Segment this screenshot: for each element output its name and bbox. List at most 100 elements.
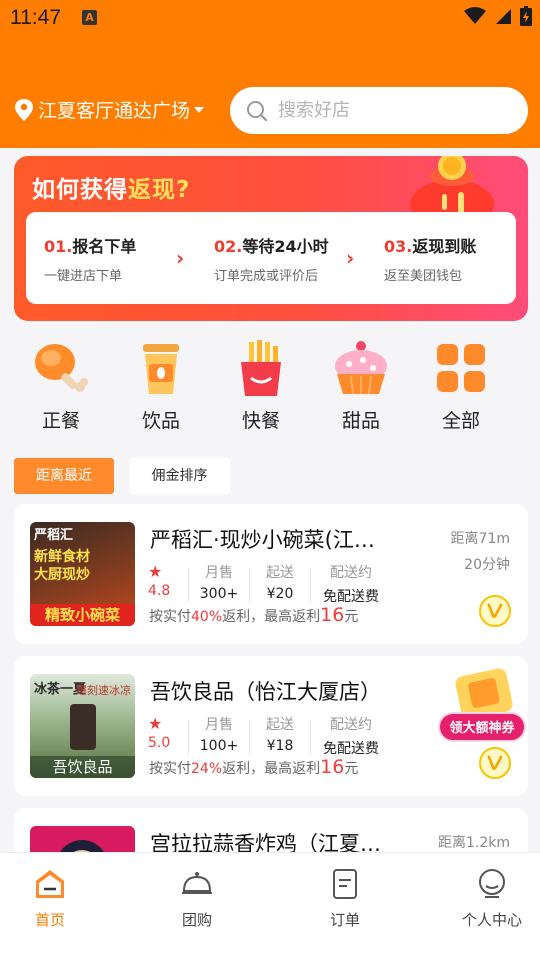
- rating-score: 5.0: [148, 735, 171, 751]
- drink-cup-icon: [143, 344, 179, 394]
- chevron-right-icon: ›: [346, 246, 355, 270]
- category-label: 饮品: [141, 410, 180, 432]
- thumb-text: 大厨现炒: [34, 567, 90, 583]
- category-drinks[interactable]: 饮品: [116, 338, 206, 433]
- category-fast-food[interactable]: 快餐: [216, 338, 306, 433]
- cashback-steps: 01.报名下单 一键进店下单 › 02.等待24小时 订单完成或评价后 › 03…: [26, 212, 516, 304]
- fries-icon: [241, 340, 281, 396]
- store-name: 严稻汇·现炒小碗菜(江…: [150, 528, 375, 552]
- monthly-sales: 月售 100+: [189, 714, 249, 758]
- category-label: 快餐: [241, 410, 280, 432]
- sort-by-commission[interactable]: 佣金排序: [129, 458, 230, 494]
- store-name: 吾饮良品（怡江大厦店）: [150, 680, 381, 704]
- stat-value: 免配送费: [323, 589, 379, 605]
- stat-label: 起送: [266, 717, 294, 733]
- status-time: 11:47: [10, 6, 61, 29]
- category-label: 全部: [441, 410, 480, 432]
- grid-icon: [437, 344, 485, 392]
- thumb-text: 精致小碗菜: [30, 604, 135, 626]
- step-3: 03.返现到账 返至美团钱包: [366, 233, 516, 284]
- rebate-unit: 元: [344, 761, 359, 777]
- profile-icon: [479, 869, 505, 898]
- notification-icon: A: [82, 10, 97, 25]
- nav-group-buy[interactable]: 团购: [147, 867, 247, 930]
- category-main-meal[interactable]: 正餐: [16, 338, 106, 433]
- rebate-unit: 元: [344, 609, 359, 625]
- star-icon: ★: [148, 562, 163, 581]
- rebate-percent: 24%: [191, 761, 223, 777]
- wifi-icon: [464, 7, 486, 24]
- delivery-fee: 配送约 免配送费: [311, 714, 391, 758]
- nav-label: 订单: [329, 911, 360, 929]
- step-desc: 返至美团钱包: [384, 268, 463, 284]
- delivery-fee: 配送约 免配送费: [311, 562, 391, 606]
- store-stats: ★ 5.0 月售 100+ 起送 ¥18 配送约 免配送费: [148, 714, 391, 758]
- step-title: 返现到账: [412, 236, 477, 256]
- store-distance: 距离71m: [450, 531, 510, 547]
- nav-profile[interactable]: 个人中心: [442, 867, 540, 930]
- thumb-text: 吾饮良品: [30, 756, 135, 778]
- category-all[interactable]: 全部: [416, 338, 506, 433]
- nav-label: 团购: [181, 911, 212, 929]
- delivery-time: 20分钟: [464, 557, 510, 573]
- category-dessert[interactable]: 甜品: [316, 338, 406, 433]
- vip-badge-icon: [479, 595, 511, 627]
- stat-value: 100+: [199, 738, 239, 754]
- rebate-info: 按实付40%返利，最高返利16元: [149, 604, 358, 626]
- chevron-right-icon: ›: [176, 246, 185, 270]
- status-icons: [464, 6, 532, 26]
- min-order: 起送 ¥20: [250, 562, 310, 606]
- stat-label: 配送约: [330, 717, 372, 733]
- stat-label: 配送约: [330, 565, 372, 581]
- search-bar[interactable]: [230, 87, 528, 134]
- rating-score: 4.8: [148, 583, 171, 599]
- status-bar: 11:47 A: [0, 0, 540, 36]
- monthly-sales: 月售 300+: [189, 562, 249, 606]
- coupon-float-button[interactable]: 领大额神券: [436, 668, 528, 746]
- search-input[interactable]: [278, 100, 508, 121]
- store-thumbnail: 冰茶一夏 爆刻速冰凉 吾饮良品: [30, 674, 135, 778]
- signal-icon: [496, 9, 511, 24]
- category-row: 正餐 饮品 快餐 甜品 全部: [0, 338, 540, 438]
- stat-value: 免配送费: [323, 741, 379, 757]
- step-title: 报名下单: [72, 236, 137, 256]
- rating: ★ 4.8: [148, 562, 188, 606]
- sort-by-distance[interactable]: 距离最近: [14, 458, 114, 494]
- stat-value: 300+: [199, 586, 239, 602]
- battery-icon: [520, 6, 532, 26]
- star-icon: ★: [148, 714, 163, 733]
- drumstick-icon: [35, 344, 88, 392]
- nav-orders[interactable]: 订单: [295, 867, 395, 930]
- nav-home[interactable]: 首页: [0, 867, 100, 930]
- cupcake-icon: [335, 341, 387, 395]
- stat-label: 月售: [205, 717, 233, 733]
- home-icon: [36, 870, 64, 898]
- banner-title: 如何获得返现?: [32, 170, 190, 204]
- banner-title-highlight: 返现?: [128, 177, 191, 203]
- store-stats: ★ 4.8 月售 300+ 起送 ¥20 配送约 免配送费: [148, 562, 391, 606]
- rebate-text: 按实付: [149, 609, 191, 625]
- thumb-text: 爆刻速冰凉: [76, 684, 131, 697]
- step-number: 02.: [214, 236, 243, 256]
- rebate-text: 按实付: [149, 761, 191, 777]
- location-selector[interactable]: 江夏客厅通达广场: [14, 96, 205, 123]
- rating: ★ 5.0: [148, 714, 188, 758]
- thumb-text: 新鲜食材: [34, 549, 90, 565]
- banner-title-prefix: 如何获得: [32, 177, 128, 203]
- top-header: 11:47 A 江夏客厅通达广场: [0, 0, 540, 148]
- group-buy-icon: [182, 872, 212, 894]
- thumb-text: 严稻汇: [34, 528, 74, 543]
- stat-value: ¥18: [266, 738, 294, 754]
- store-card[interactable]: 严稻汇 新鲜食材 大厨现炒 精致小碗菜 严稻汇·现炒小碗菜(江… 距离71m 2…: [14, 504, 528, 644]
- min-order: 起送 ¥18: [250, 714, 310, 758]
- order-icon: [333, 869, 357, 899]
- store-distance: 距离1.2km: [437, 835, 510, 851]
- stat-label: 起送: [266, 565, 294, 581]
- cashback-banner[interactable]: 如何获得返现? 01.报名下单 一键进店下单 › 02.等待24小时 订单完成或…: [14, 156, 528, 321]
- coupon-gift-icon: [455, 668, 513, 718]
- category-label: 甜品: [341, 410, 380, 432]
- rebate-max: 16: [320, 756, 345, 778]
- stat-label: 月售: [205, 565, 233, 581]
- step-desc: 订单完成或评价后: [214, 268, 319, 284]
- step-desc: 一键进店下单: [44, 268, 123, 284]
